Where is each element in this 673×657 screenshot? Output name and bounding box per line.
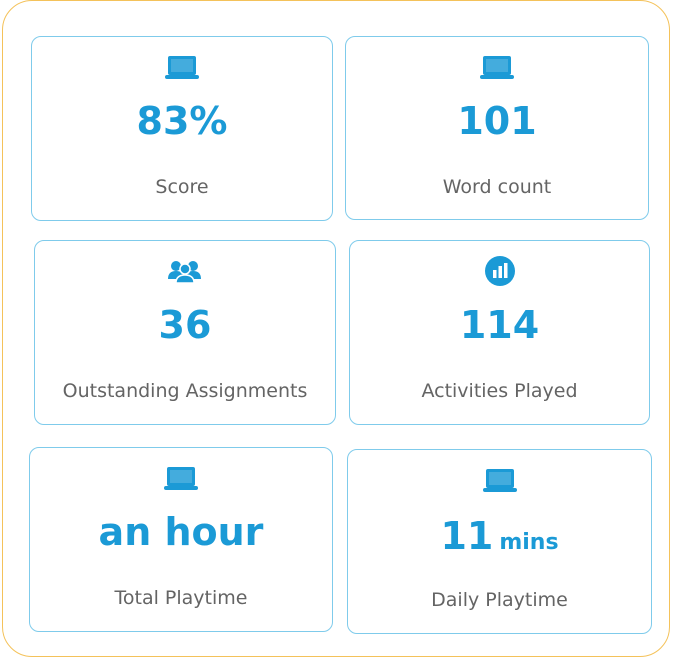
stat-label: Activities Played xyxy=(421,380,578,402)
stat-value: 83% xyxy=(136,99,228,143)
bar-chart-icon xyxy=(484,256,515,286)
stat-card-total-playtime: an hour Total Playtime xyxy=(29,447,333,632)
users-icon xyxy=(168,261,201,284)
stat-value: 114 xyxy=(459,303,540,347)
stat-value: 11 mins xyxy=(440,514,559,558)
stat-label: Outstanding Assignments xyxy=(62,380,308,402)
laptop-icon xyxy=(164,467,198,490)
stat-card-score: 83% Score xyxy=(31,36,333,221)
stat-card-outstanding-assignments: 36 Outstanding Assignments xyxy=(34,240,336,425)
laptop-icon xyxy=(482,469,517,492)
stat-card-activities-played: 114 Activities Played xyxy=(349,240,650,425)
stat-value: an hour xyxy=(98,510,264,554)
stat-value: 36 xyxy=(158,303,212,347)
stat-card-word-count: 101 Word count xyxy=(345,36,649,220)
laptop-icon xyxy=(165,56,199,79)
stat-label: Total Playtime xyxy=(114,587,248,609)
stat-card-daily-playtime: 11 mins Daily Playtime xyxy=(347,449,652,634)
stat-value: 101 xyxy=(457,99,537,143)
stat-label: Daily Playtime xyxy=(431,589,568,611)
stat-label: Score xyxy=(155,176,209,198)
laptop-icon xyxy=(480,56,514,79)
stats-panel: 83% Score 101 Word count 36 Outstanding … xyxy=(2,0,670,657)
stat-label: Word count xyxy=(442,176,552,198)
stat-unit: mins xyxy=(499,530,559,555)
